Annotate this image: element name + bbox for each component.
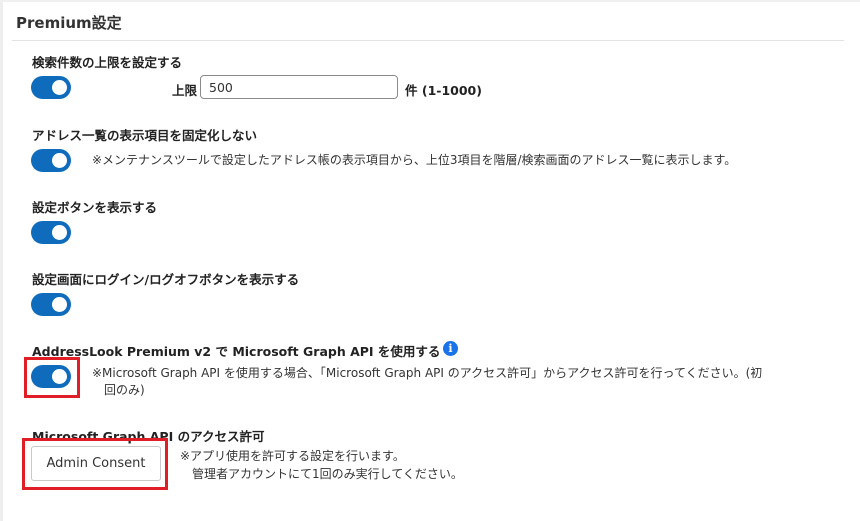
search-limit-toggle[interactable] xyxy=(31,76,71,99)
settings-button-label: 設定ボタンを表示する xyxy=(32,200,158,215)
toggle-knob xyxy=(52,297,67,312)
graph-api-label: AddressLook Premium v2 で Microsoft Graph… xyxy=(32,344,441,359)
title-divider xyxy=(12,40,844,41)
limit-unit: 件 (1-1000) xyxy=(405,83,482,98)
toggle-knob xyxy=(52,153,67,168)
info-icon[interactable]: i xyxy=(443,341,458,356)
address-list-label: アドレス一覧の表示項目を固定化しない xyxy=(32,128,258,143)
toggle-knob xyxy=(52,225,67,240)
graph-access-note-line2: 管理者アカウントにて1回のみ実行してください。 xyxy=(192,467,463,481)
frame-left-edge xyxy=(0,0,3,521)
graph-access-note-line1: ※アプリ使用を許可する設定を行います。 xyxy=(180,449,405,463)
toggle-knob xyxy=(52,369,67,384)
page-title: Premium設定 xyxy=(16,14,122,32)
address-list-note: ※メンテナンスツールで設定したアドレス帳の表示項目から、上位3項目を階層/検索画… xyxy=(92,153,737,167)
graph-api-toggle[interactable] xyxy=(31,365,71,388)
graph-api-note-line2: 回のみ) xyxy=(104,383,145,397)
frame-top-edge xyxy=(0,0,860,2)
search-limit-label: 検索件数の上限を設定する xyxy=(32,55,183,70)
settings-button-toggle[interactable] xyxy=(31,221,71,244)
search-limit-input[interactable] xyxy=(200,75,398,99)
address-list-toggle[interactable] xyxy=(31,149,71,172)
limit-label: 上限 xyxy=(172,83,198,98)
login-button-toggle[interactable] xyxy=(31,293,71,316)
graph-api-note-line1: ※Microsoft Graph API を使用する場合、「Microsoft … xyxy=(92,366,763,380)
login-button-label: 設定画面にログイン/ログオフボタンを表示する xyxy=(32,272,300,287)
toggle-knob xyxy=(52,80,67,95)
admin-consent-button[interactable]: Admin Consent xyxy=(31,446,161,481)
